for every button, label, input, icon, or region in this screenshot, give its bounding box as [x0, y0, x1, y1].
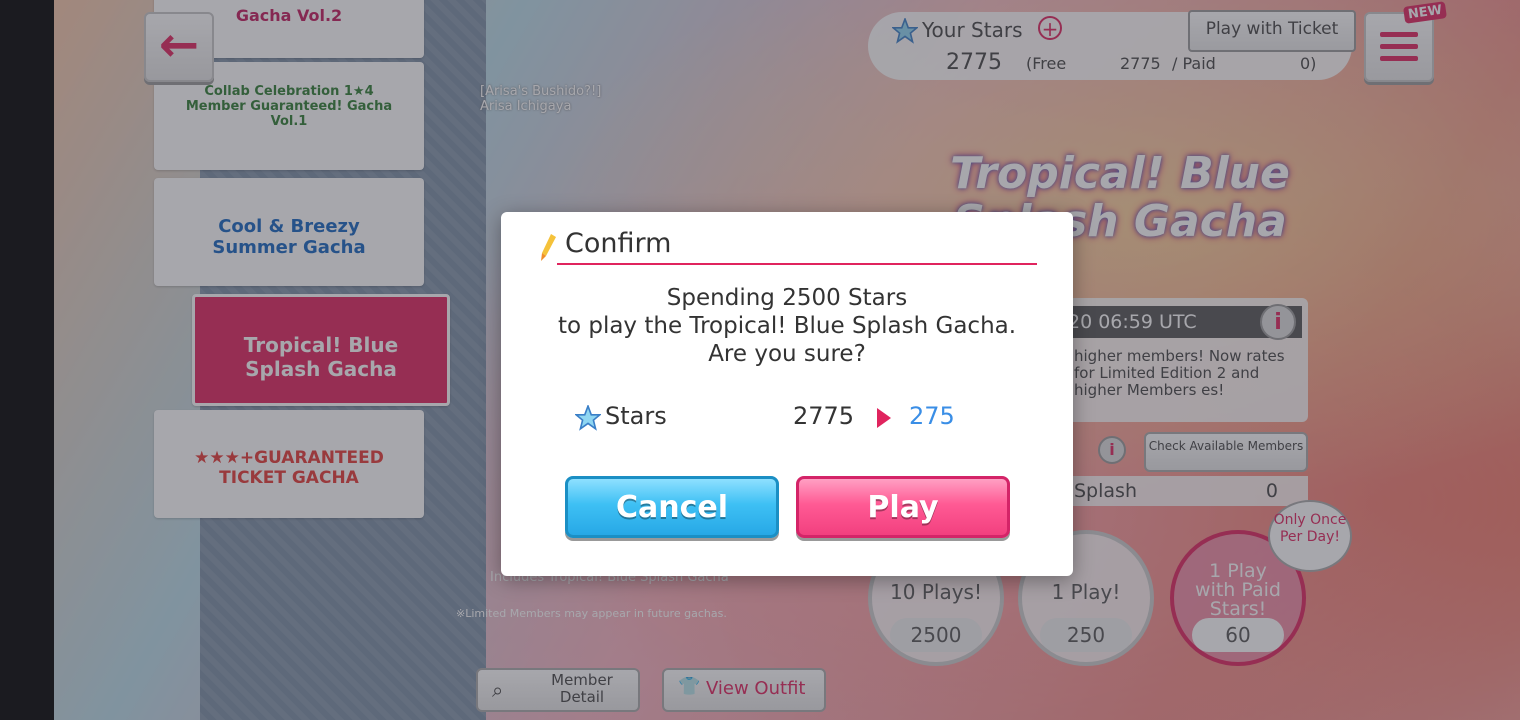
star-icon — [575, 405, 601, 431]
pen-icon — [541, 234, 556, 261]
play-button[interactable]: Play — [796, 476, 1010, 538]
message-line-1: Spending 2500 Stars — [666, 285, 908, 311]
stars-after: 275 — [909, 402, 955, 430]
message-line-3: Are you sure? — [708, 341, 866, 367]
confirm-dialog: Confirm Spending 2500 Stars to play the … — [501, 212, 1073, 576]
stars-before: 2775 — [793, 402, 855, 430]
cancel-button[interactable]: Cancel — [565, 476, 779, 538]
arrow-right-icon — [877, 408, 891, 428]
dialog-title: Confirm — [565, 228, 672, 259]
title-underline — [557, 263, 1037, 265]
dialog-message: Spending 2500 Stars to play the Tropical… — [501, 284, 1073, 368]
stars-label: Stars — [605, 402, 667, 430]
message-line-2: to play the Tropical! Blue Splash Gacha. — [557, 313, 1017, 339]
stars-change-row: Stars 2775 275 — [575, 402, 1005, 436]
